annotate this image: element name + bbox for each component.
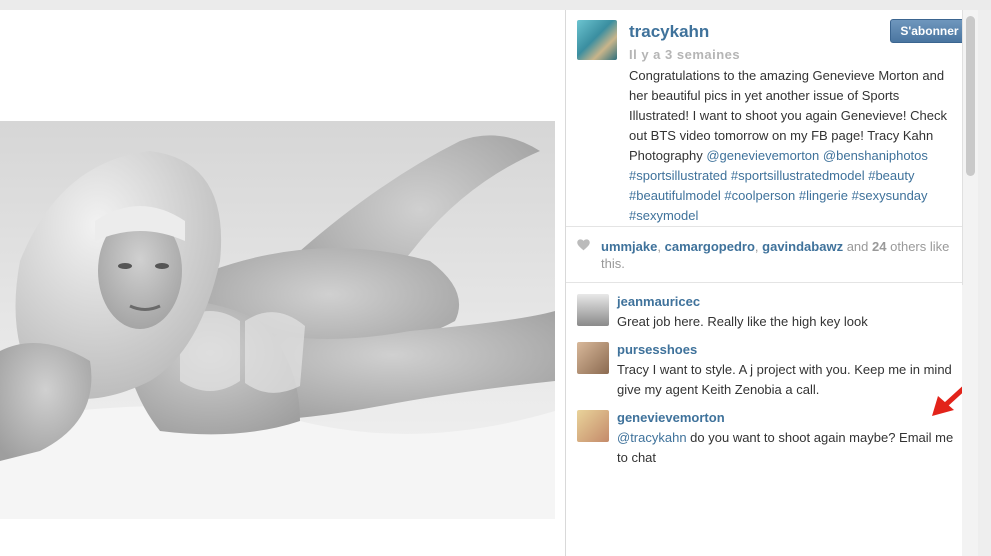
caption-hashtag[interactable]: #beauty xyxy=(868,168,914,183)
author-username[interactable]: tracykahn xyxy=(629,22,709,42)
page-edge xyxy=(978,10,991,556)
commenter-username[interactable]: pursesshoes xyxy=(617,342,697,357)
comment-text: Tracy I want to style. A j project with … xyxy=(617,362,952,397)
top-bar xyxy=(0,0,991,10)
post-timestamp: Il y a 3 semaines xyxy=(629,47,741,62)
divider xyxy=(566,226,962,227)
commenter-avatar[interactable] xyxy=(577,342,609,374)
follow-button[interactable]: S'abonner xyxy=(890,19,969,43)
likes-count[interactable]: 24 xyxy=(872,239,886,254)
comment-item: jeanmauricec Great job here. Really like… xyxy=(577,294,957,334)
caption-hashtag[interactable]: #sportsillustratedmodel xyxy=(731,168,865,183)
caption-hashtag[interactable]: #sexymodel xyxy=(629,208,698,223)
comment-text: Great job here. Really like the high key… xyxy=(617,314,868,329)
commenter-username[interactable]: genevievemorton xyxy=(617,410,725,425)
heart-icon xyxy=(577,239,590,251)
scrollbar-thumb[interactable] xyxy=(966,16,975,176)
commenter-avatar[interactable] xyxy=(577,294,609,326)
caption-hashtag[interactable]: #sexysunday xyxy=(852,188,928,203)
comment-item: genevievemorton @tracykahn do you want t… xyxy=(577,410,957,466)
comment-item: pursesshoes Tracy I want to style. A j p… xyxy=(577,342,957,397)
comments-scrollbar[interactable] xyxy=(962,285,978,556)
commenter-avatar[interactable] xyxy=(577,410,609,442)
like-user[interactable]: gavindabawz xyxy=(762,239,843,254)
commenter-username[interactable]: jeanmauricec xyxy=(617,294,700,309)
caption-hashtag[interactable]: #beautifulmodel xyxy=(629,188,721,203)
caption-mention[interactable]: @benshaniphotos xyxy=(823,148,928,163)
like-user[interactable]: camargopedro xyxy=(665,239,755,254)
divider xyxy=(566,282,962,283)
photo-panel xyxy=(0,10,565,556)
comment-text: @tracykahn do you want to shoot again ma… xyxy=(617,428,957,468)
caption-mention[interactable]: @genevievemorton xyxy=(706,148,819,163)
like-user[interactable]: ummjake xyxy=(601,239,657,254)
post-photo-image xyxy=(0,121,555,519)
author-avatar[interactable] xyxy=(577,20,617,60)
post-caption: Congratulations to the amazing Genevieve… xyxy=(629,66,959,224)
comment-mention[interactable]: @tracykahn xyxy=(617,430,687,445)
likes-and: and xyxy=(846,239,869,254)
likes-summary: ummjake, camargopedro, gavindabawz and 2… xyxy=(601,239,950,271)
caption-hashtag[interactable]: #coolperson xyxy=(724,188,795,203)
caption-hashtag[interactable]: #sportsillustrated xyxy=(629,168,727,183)
caption-hashtag[interactable]: #lingerie xyxy=(799,188,848,203)
post-photo[interactable] xyxy=(0,121,555,519)
